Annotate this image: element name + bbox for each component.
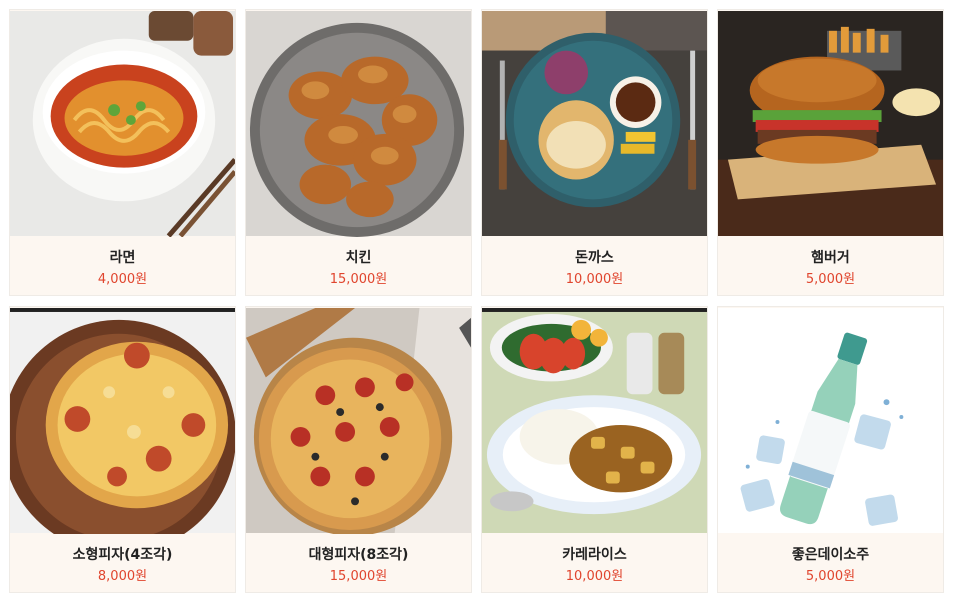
menu-item-price: 5,000원 — [805, 569, 856, 584]
menu-card-ramen[interactable]: 라면 4,000원 — [9, 9, 236, 296]
menu-item-price: 8,000원 — [97, 569, 148, 584]
menu-item-name: 카레라이스 — [562, 547, 627, 563]
fried-chicken-photo — [246, 10, 471, 237]
pork-cutlet-photo — [482, 10, 707, 237]
menu-card-curry-rice[interactable]: 카레라이스 10,000원 — [481, 306, 708, 593]
menu-item-price: 15,000원 — [329, 569, 388, 584]
menu-card-large-pizza[interactable]: 대형피자(8조각) 15,000원 — [245, 306, 472, 593]
menu-item-price: 15,000원 — [329, 272, 388, 287]
menu-item-name: 라면 — [109, 250, 136, 266]
menu-card-soju[interactable]: 좋은데이소주 5,000원 — [717, 306, 944, 593]
menu-item-name: 소형피자(4조각) — [72, 547, 173, 563]
menu-card-info: 치킨 15,000원 — [246, 237, 471, 295]
menu-item-name: 치킨 — [345, 250, 372, 266]
hamburger-photo — [718, 10, 943, 237]
menu-card-chicken[interactable]: 치킨 15,000원 — [245, 9, 472, 296]
menu-item-price: 10,000원 — [565, 569, 624, 584]
menu-item-name: 햄버거 — [811, 250, 850, 266]
small-pizza-photo — [10, 307, 235, 534]
menu-card-small-pizza[interactable]: 소형피자(4조각) 8,000원 — [9, 306, 236, 593]
menu-card-info: 라면 4,000원 — [10, 237, 235, 295]
soju-bottle-photo — [718, 307, 943, 534]
ramen-photo — [10, 10, 235, 237]
menu-grid: 라면 4,000원 치킨 15,000원 돈까스 10,000원 햄버거 5,0… — [9, 9, 944, 593]
menu-card-info: 좋은데이소주 5,000원 — [718, 534, 943, 592]
menu-card-info: 카레라이스 10,000원 — [482, 534, 707, 592]
menu-item-name: 돈까스 — [575, 250, 614, 266]
menu-card-pork-cutlet[interactable]: 돈까스 10,000원 — [481, 9, 708, 296]
menu-item-price: 10,000원 — [565, 272, 624, 287]
menu-card-info: 돈까스 10,000원 — [482, 237, 707, 295]
menu-item-price: 4,000원 — [97, 272, 148, 287]
menu-item-price: 5,000원 — [805, 272, 856, 287]
large-pizza-photo — [246, 307, 471, 534]
menu-card-info: 소형피자(4조각) 8,000원 — [10, 534, 235, 592]
curry-rice-photo — [482, 307, 707, 534]
menu-item-name: 대형피자(8조각) — [308, 547, 409, 563]
menu-item-name: 좋은데이소주 — [791, 547, 870, 563]
menu-card-info: 햄버거 5,000원 — [718, 237, 943, 295]
menu-card-info: 대형피자(8조각) 15,000원 — [246, 534, 471, 592]
menu-card-hamburger[interactable]: 햄버거 5,000원 — [717, 9, 944, 296]
